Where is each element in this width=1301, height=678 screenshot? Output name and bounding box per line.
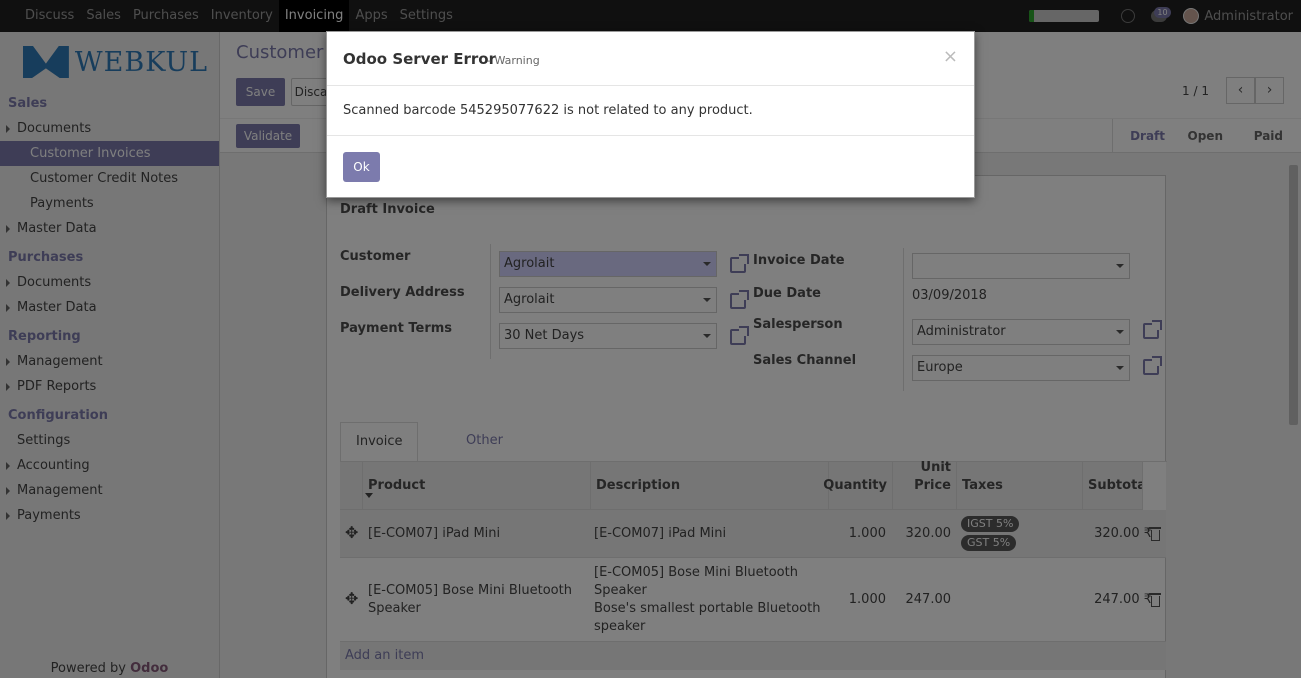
- dialog-subtitle: - Warning: [487, 54, 540, 67]
- dialog-footer: Ok: [327, 136, 974, 198]
- close-icon[interactable]: ×: [943, 46, 958, 67]
- dialog-message: Scanned barcode 545295077622 is not rela…: [343, 103, 753, 118]
- ok-button[interactable]: Ok: [343, 152, 380, 182]
- server-error-dialog: Odoo Server Error - Warning × Scanned ba…: [326, 31, 975, 198]
- dialog-header: Odoo Server Error - Warning ×: [327, 32, 974, 86]
- dialog-body: Scanned barcode 545295077622 is not rela…: [327, 86, 974, 136]
- dialog-title: Odoo Server Error: [343, 50, 497, 68]
